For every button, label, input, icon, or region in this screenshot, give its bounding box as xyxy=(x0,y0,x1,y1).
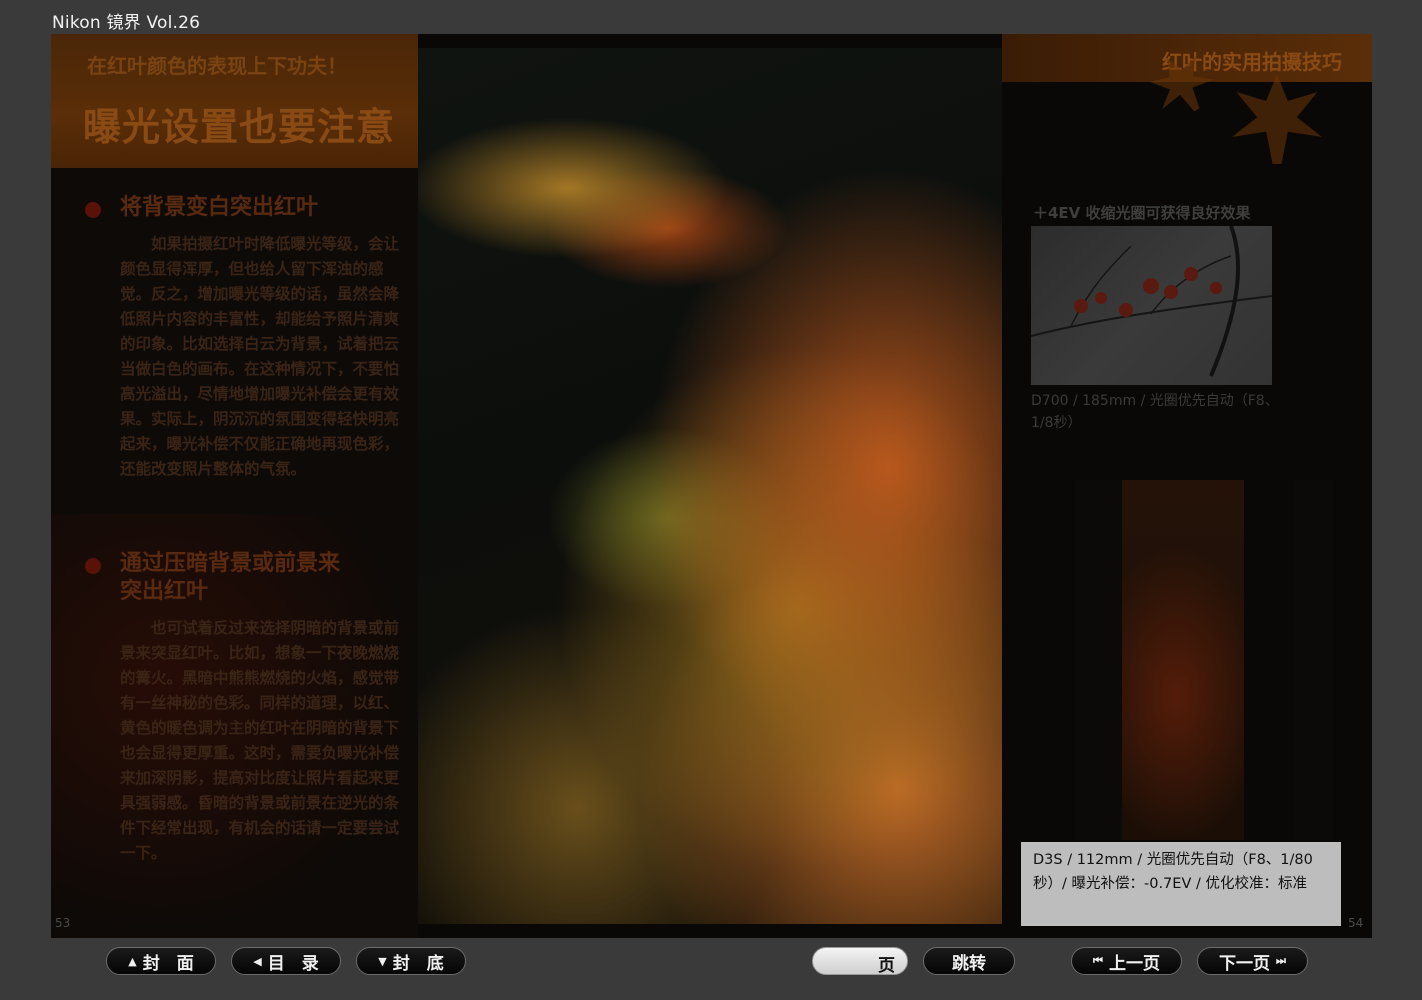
triangle-down-icon: ▼ xyxy=(378,954,387,968)
page-suffix-label: 页 xyxy=(878,956,895,976)
section-2-body: 也可试着反过来选择阴暗的背景或前景来突显红叶。比如，想象一下夜晚燃烧的篝火。黑暗… xyxy=(120,619,400,862)
maple-leaf-icon xyxy=(1232,74,1322,164)
photo1-caption-body: D700 / 185mm / 光圈优先自动（F8、1/8秒） xyxy=(1031,393,1279,431)
cover-button-label: 封 面 xyxy=(142,953,194,974)
triangle-left-icon: ◀ xyxy=(253,954,262,968)
cover-button[interactable]: ▲ 封 面 xyxy=(106,947,216,975)
right-page: 红叶的实用拍摄技巧 ＋4EV 收缩光圈可获得良好效果 D700 / 185mm … xyxy=(1002,34,1372,938)
section-1-body: 如果拍摄红叶时降低曝光等级，会让颜色显得浑厚，但也给人留下浑浊的感觉。反之，增加… xyxy=(120,235,400,478)
right-page-number: 54 xyxy=(1348,916,1364,930)
section-2-heading-line2: 突出红叶 xyxy=(120,579,209,604)
jump-button[interactable]: 跳转 xyxy=(923,947,1015,975)
skip-forward-icon: ⏭ xyxy=(1276,954,1286,967)
bullet-icon xyxy=(85,558,101,574)
photo1-caption-title: ＋4EV 收缩光圈可获得良好效果 xyxy=(1033,204,1251,222)
maple-branch-thumbnail xyxy=(1031,226,1272,385)
tree-trunk-left xyxy=(1074,480,1122,840)
bullet-icon xyxy=(85,202,101,218)
app-title: Nikon 镜界 Vol.26 xyxy=(52,13,201,33)
next-page-button-label: 下一页 xyxy=(1219,953,1271,974)
section-1-heading: 将背景变白突出红叶 xyxy=(120,195,319,220)
left-page: 在红叶颜色的表现上下功夫！ 曝光设置也要注意 将背景变白突出红叶 如果拍摄红叶时… xyxy=(51,34,418,938)
next-page-button[interactable]: 下一页 ⏭ xyxy=(1197,947,1308,975)
prev-page-button-label: 上一页 xyxy=(1108,953,1160,974)
toc-button-label: 目 录 xyxy=(267,953,319,974)
back-cover-button[interactable]: ▼ 封 底 xyxy=(356,947,466,975)
tree-trunk-right xyxy=(1294,480,1334,840)
photo2-caption: D3S / 112mm / 光圈优先自动（F8、1/80秒）/ 曝光补偿：-0.… xyxy=(1021,842,1341,926)
autumn-forest-photo xyxy=(418,48,1002,924)
left-subtitle: 在红叶颜色的表现上下功夫！ xyxy=(87,54,347,78)
triangle-up-icon: ▲ xyxy=(128,954,137,968)
jump-button-label: 跳转 xyxy=(952,953,986,974)
back-cover-button-label: 封 底 xyxy=(392,953,444,974)
toc-button[interactable]: ◀ 目 录 xyxy=(231,947,341,975)
skip-back-icon: ⏮ xyxy=(1093,954,1103,967)
left-page-number: 53 xyxy=(55,916,71,930)
left-banner: 在红叶颜色的表现上下功夫！ 曝光设置也要注意 xyxy=(51,34,418,168)
prev-page-button[interactable]: ⏮ 上一页 xyxy=(1071,947,1182,975)
left-title: 曝光设置也要注意 xyxy=(83,105,396,149)
section-2-heading-line1: 通过压暗背景或前景来 xyxy=(120,551,341,576)
magazine-spread: 在红叶颜色的表现上下功夫！ 曝光设置也要注意 将背景变白突出红叶 如果拍摄红叶时… xyxy=(51,34,1372,938)
